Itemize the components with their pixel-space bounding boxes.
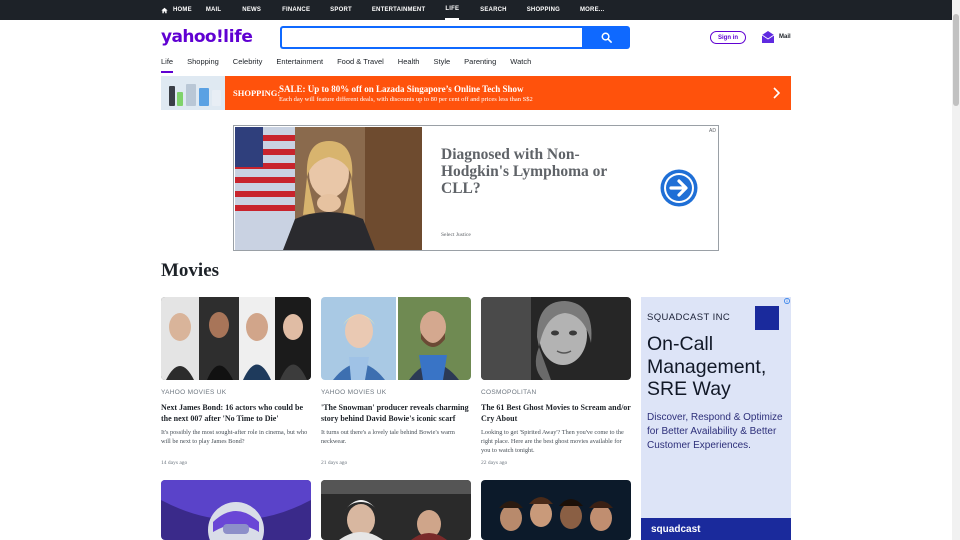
ad-headline[interactable]: On-Call Management, SRE Way [647, 333, 787, 401]
top-nav-entertainment[interactable]: ENTERTAINMENT [372, 0, 426, 20]
article-photo [161, 297, 311, 380]
squadcast-logo-icon [755, 306, 779, 330]
page-scrollbar[interactable] [952, 0, 960, 540]
promo-headline: SALE: Up to 80% off on Lazada Singapore’… [279, 83, 524, 94]
article-photo [321, 297, 471, 380]
top-nav-shopping[interactable]: SHOPPING [527, 0, 560, 20]
article-summary: It turns out there's a lovely tale behin… [321, 429, 455, 445]
top-nav-sport[interactable]: SPORT [330, 0, 352, 20]
tab-celebrity[interactable]: Celebrity [233, 57, 263, 72]
section-title: Movies [161, 260, 220, 281]
ad-headline[interactable]: Diagnosed with Non-Hodgkin's Lymphoma or… [441, 146, 631, 197]
promo-text: SALE: Up to 80% off on Lazada Singapore’… [279, 84, 533, 103]
ad-footer-brand: squadcast [651, 524, 701, 535]
article-image[interactable] [321, 297, 471, 380]
tab-shopping[interactable]: Shopping [187, 57, 219, 72]
top-nav-finance[interactable]: FINANCE [282, 0, 310, 20]
article-image[interactable] [481, 480, 631, 540]
search-icon [601, 32, 612, 43]
promo-thumbnail [161, 76, 225, 110]
yahoo-life-logo[interactable]: yahoo! life [161, 27, 253, 47]
search-input[interactable] [280, 26, 582, 49]
article-age: 21 days ago [321, 460, 348, 466]
article-card[interactable]: COSMOPOLITAN The 61 Best Ghost Movies to… [481, 297, 631, 466]
ad-choices-icon[interactable] [784, 298, 790, 304]
life-subnav: Life Shopping Celebrity Entertainment Fo… [161, 57, 545, 73]
top-nav-home[interactable]: HOME [161, 0, 192, 20]
tab-style[interactable]: Style [433, 57, 450, 72]
top-nav-search[interactable]: SEARCH [480, 0, 507, 20]
home-icon [161, 7, 168, 13]
search-button[interactable] [582, 26, 630, 49]
article-photo [321, 480, 471, 540]
article-source[interactable]: YAHOO MOVIES UK [161, 389, 311, 396]
tab-food-travel[interactable]: Food & Travel [337, 57, 384, 72]
scrollbar-thumb[interactable] [953, 14, 959, 106]
promo-subtext: Each day will feature different deals, w… [279, 95, 533, 103]
ad-brand: SQUADCAST INC [647, 312, 731, 323]
article-card[interactable]: YAHOO MOVIES UK 'The Snowman' producer r… [321, 297, 471, 466]
article-image[interactable] [161, 297, 311, 380]
top-nav-mail[interactable]: MAIL [206, 0, 221, 20]
logo-yahoo-text: yahoo! [161, 27, 224, 47]
top-nav-more[interactable]: MORE... [580, 0, 604, 20]
ad-photo [235, 127, 422, 250]
top-nav-news[interactable]: NEWS [242, 0, 261, 20]
article-summary: Looking to get 'Spirited Away'? Then you… [481, 429, 624, 454]
article-image[interactable] [321, 480, 471, 540]
article-image[interactable] [161, 480, 311, 540]
mail-link[interactable]: Mail [779, 34, 791, 40]
article-title[interactable]: Next James Bond: 16 actors who could be … [161, 403, 311, 424]
ad-sponsor: Select Justice [441, 232, 471, 238]
tab-parenting[interactable]: Parenting [464, 57, 496, 72]
squadcast-side-ad[interactable]: SQUADCAST INC On-Call Management, SRE Wa… [641, 297, 791, 540]
top-nav-label: HOME [173, 7, 192, 13]
ad-subtext: Discover, Respond & Optimize for Better … [647, 412, 783, 451]
ad-tag: AD [709, 128, 716, 134]
article-age: 14 days ago [161, 460, 188, 466]
ad-footer[interactable]: squadcast [641, 518, 791, 540]
mail-icon[interactable] [761, 30, 775, 44]
article-age: 22 days ago [481, 460, 508, 466]
chevron-right-icon [773, 87, 781, 99]
article-title[interactable]: 'The Snowman' producer reveals charming … [321, 403, 471, 424]
tab-watch[interactable]: Watch [510, 57, 531, 72]
article-card[interactable]: YAHOO MOVIES UK Next James Bond: 16 acto… [161, 297, 311, 466]
article-photo [481, 297, 631, 380]
promo-kicker: SHOPPING: [233, 88, 281, 98]
tab-health[interactable]: Health [398, 57, 420, 72]
tab-entertainment[interactable]: Entertainment [276, 57, 323, 72]
article-title[interactable]: The 61 Best Ghost Movies to Scream and/o… [481, 403, 631, 424]
top-nav-life[interactable]: LIFE [445, 0, 460, 20]
article-photo [161, 480, 311, 540]
arrow-right-circle-icon[interactable] [660, 169, 698, 207]
shopping-promo-banner[interactable]: SHOPPING: SALE: Up to 80% off on Lazada … [161, 76, 791, 110]
article-source[interactable]: COSMOPOLITAN [481, 389, 631, 396]
display-ad[interactable]: Diagnosed with Non-Hodgkin's Lymphoma or… [233, 125, 719, 251]
article-image[interactable] [481, 297, 631, 380]
article-photo [481, 480, 631, 540]
logo-life-text: life [223, 27, 253, 47]
ad-image [235, 127, 422, 250]
article-source[interactable]: YAHOO MOVIES UK [321, 389, 471, 396]
top-nav-bar: HOME MAIL NEWS FINANCE SPORT ENTERTAINME… [0, 0, 952, 20]
tab-life[interactable]: Life [161, 57, 174, 73]
sign-in-button[interactable]: Sign in [710, 31, 746, 44]
article-summary: It's possibly the most sought-after role… [161, 429, 308, 445]
